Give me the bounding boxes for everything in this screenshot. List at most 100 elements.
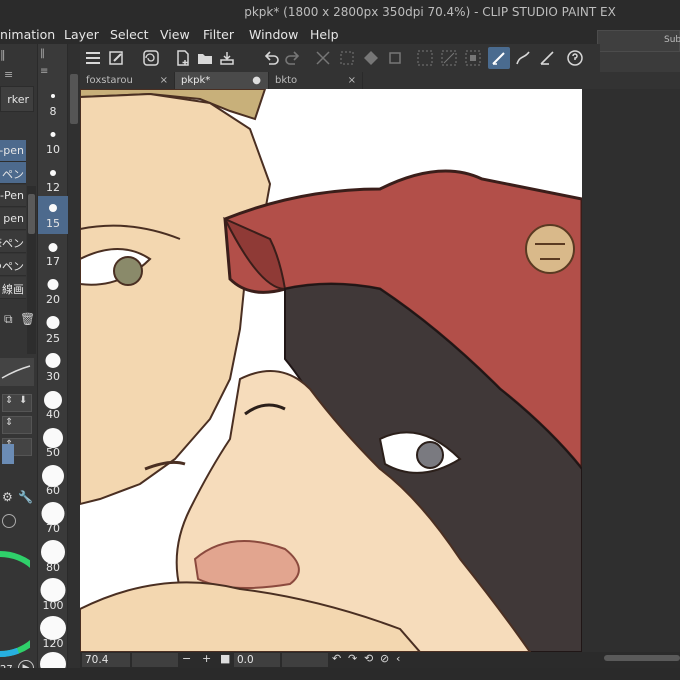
menu-layer[interactable]: Layer <box>64 27 99 42</box>
trash-icon[interactable]: 🗑 <box>20 312 35 326</box>
down-arrow-icon[interactable]: ⬇ <box>19 395 27 406</box>
sub-tool-item-6[interactable]: 線画 <box>0 277 26 299</box>
document-tabs: foxstarou × pkpk* ● bkto × <box>80 72 680 89</box>
brush-size-60[interactable]: 60 <box>38 464 68 502</box>
menu-filter[interactable]: Filter <box>203 27 234 42</box>
brush-size-120[interactable]: 120 <box>38 616 68 654</box>
pen-active-icon[interactable] <box>488 47 510 69</box>
tab-label: pkpk* <box>181 75 211 86</box>
menu-window[interactable]: Window <box>249 27 298 42</box>
brush-size-70[interactable]: 70 <box>38 502 68 540</box>
sub-tool-item-2[interactable]: -Pen <box>0 185 26 207</box>
stepper-arrows-icon: ⇕ <box>5 395 14 406</box>
menu-view[interactable]: View <box>160 27 190 42</box>
sub-tool-scrollbar[interactable] <box>27 186 36 354</box>
select-all-icon[interactable] <box>414 47 436 69</box>
sub-tool-item-4[interactable]: 筆ペン <box>0 231 26 253</box>
scroll-thumb[interactable] <box>70 74 78 124</box>
brush-size-8[interactable]: 8 <box>38 86 68 124</box>
color-swatch[interactable] <box>2 444 14 464</box>
rotation-value[interactable]: 0.0 <box>234 653 280 667</box>
brush-tip-icon[interactable] <box>2 514 16 528</box>
brush-size-80[interactable]: 80 <box>38 540 68 578</box>
artwork-canvas[interactable] <box>80 89 582 652</box>
horizontal-scrollbar[interactable] <box>604 655 680 661</box>
redo-icon[interactable] <box>282 47 304 69</box>
deselect-icon[interactable] <box>438 47 460 69</box>
subview-icon[interactable] <box>106 47 128 69</box>
sub-tool-actions: ⧉ 🗑 <box>2 312 35 328</box>
open-folder-icon[interactable] <box>194 47 216 69</box>
curve-pen-icon[interactable] <box>512 47 534 69</box>
zoom-in-icon[interactable]: + <box>202 652 211 665</box>
crop-icon[interactable] <box>384 47 406 69</box>
stepper-control[interactable]: ⇕ <box>2 416 32 434</box>
brush-size-20[interactable]: 20 <box>38 273 68 311</box>
sub-tool-item-1[interactable]: ペン <box>0 162 26 184</box>
sub-tool-label: つペン <box>0 260 24 273</box>
brush-size-17[interactable]: 17 <box>38 236 68 274</box>
menu-animation[interactable]: nimation <box>0 27 55 42</box>
new-file-icon[interactable] <box>172 47 194 69</box>
clear-icon[interactable] <box>312 47 334 69</box>
panel-menu-icon[interactable]: ≡ <box>40 66 48 77</box>
brush-size-100[interactable]: 100 <box>38 578 68 616</box>
panel-collapse-icon[interactable]: ‖ <box>40 48 45 59</box>
brush-panel-scrollbar[interactable] <box>68 44 80 680</box>
zoom-slider[interactable] <box>132 653 178 667</box>
panel-collapse-icon[interactable]: ‖ <box>0 48 6 61</box>
close-icon[interactable]: × <box>348 72 356 89</box>
fit-icon[interactable]: ■ <box>220 652 230 665</box>
copy-icon[interactable]: ⧉ <box>4 312 13 327</box>
help-icon[interactable] <box>564 47 586 69</box>
bottom-strip <box>0 668 680 680</box>
wrench-icon[interactable]: 🔧 <box>18 490 33 504</box>
stepper-arrows-icon: ⇕ <box>5 417 14 428</box>
brush-size-15[interactable]: 15 <box>38 196 68 234</box>
menu-icon[interactable] <box>82 47 104 69</box>
brush-size-40[interactable]: 40 <box>38 388 68 426</box>
transform-icon[interactable] <box>336 47 358 69</box>
flip-icon[interactable]: ⊘ <box>380 652 389 665</box>
tab-pkpk[interactable]: pkpk* ● <box>175 72 269 89</box>
fill-icon[interactable] <box>360 47 382 69</box>
menu-bar: nimation Layer Select View Filter Window… <box>0 24 680 44</box>
save-icon[interactable] <box>216 47 238 69</box>
command-bar <box>80 44 600 72</box>
undo-icon[interactable] <box>260 47 282 69</box>
close-icon[interactable]: × <box>160 72 168 89</box>
brush-size-30[interactable]: 30 <box>38 349 68 387</box>
sub-tool-tab[interactable]: Sub <box>597 30 680 52</box>
rotation-slider[interactable] <box>282 653 328 667</box>
rotate-right-icon[interactable]: ↷ <box>348 652 357 665</box>
sub-tool-item-5[interactable]: つペン <box>0 254 26 276</box>
spiral-icon[interactable] <box>140 47 162 69</box>
chevron-left-icon[interactable]: ‹ <box>396 652 400 665</box>
sub-tool-panel: ‖ ≡ rker -pen ペン -Pen pen 筆ペン つペン 線画 ⧉ 🗑… <box>0 44 38 680</box>
reset-rotation-icon[interactable]: ⟲ <box>364 652 373 665</box>
ruler-icon[interactable] <box>536 47 558 69</box>
title-bar: pkpk* (1800 x 2800px 350dpi 70.4%) - CLI… <box>0 0 680 24</box>
brush-size-12[interactable]: 12 <box>38 162 68 200</box>
stepper-control[interactable]: ⇕ ⬇ <box>2 394 32 412</box>
sub-tool-item-3[interactable]: pen <box>0 208 26 230</box>
menu-select[interactable]: Select <box>110 27 149 42</box>
tab-foxstarou[interactable]: foxstarou × <box>80 72 175 89</box>
brush-size-10[interactable]: 10 <box>38 124 68 162</box>
settings-icon[interactable]: ⚙ <box>2 490 13 504</box>
brush-size-50[interactable]: 50 <box>38 426 68 464</box>
sub-tool-label: 筆ペン <box>0 237 24 250</box>
zoom-out-icon[interactable]: − <box>182 652 191 665</box>
sub-tool-header[interactable]: rker <box>0 86 34 112</box>
sub-tab-label: Sub <box>664 35 680 45</box>
menu-help[interactable]: Help <box>310 27 339 42</box>
brush-size-25[interactable]: 25 <box>38 311 68 349</box>
color-wheel[interactable] <box>0 544 30 664</box>
zoom-value[interactable]: 70.4 <box>82 653 130 667</box>
tab-bkto[interactable]: bkto × <box>269 72 363 89</box>
window-title: pkpk* (1800 x 2800px 350dpi 70.4%) - CLI… <box>244 5 616 19</box>
rotate-left-icon[interactable]: ↶ <box>332 652 341 665</box>
sub-tool-item-0[interactable]: -pen <box>0 140 26 162</box>
invert-selection-icon[interactable] <box>462 47 484 69</box>
panel-menu-icon[interactable]: ≡ <box>4 68 13 81</box>
